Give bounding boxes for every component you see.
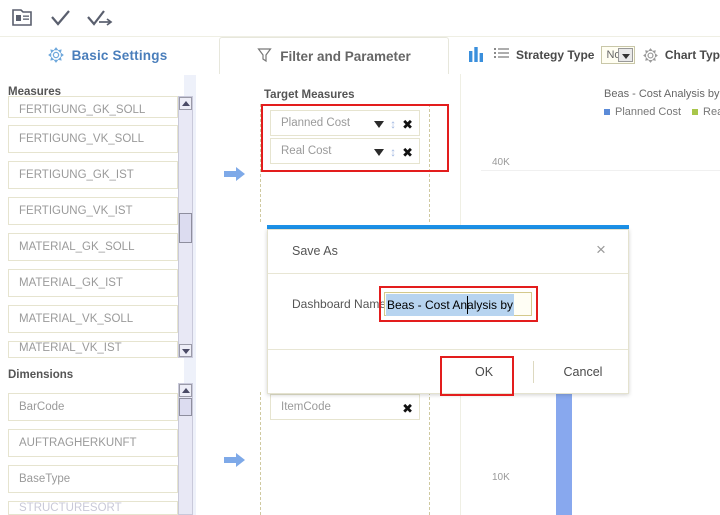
close-icon[interactable]: × <box>590 239 612 261</box>
measures-scrollbar[interactable] <box>178 96 193 358</box>
legend-label-planned-cost: Planned Cost <box>615 106 681 118</box>
chart-title: Beas - Cost Analysis by <box>604 88 720 100</box>
legend-label-real-cost: Real Cost <box>703 106 720 118</box>
dashboard-name-label: Dashboard Name <box>292 297 386 311</box>
dialog-footer: OK Cancel <box>268 349 628 394</box>
tab-filter-and-parameter-label: Filter and Parameter <box>280 49 411 64</box>
chevron-down-icon[interactable] <box>374 121 384 128</box>
scroll-up-button[interactable] <box>179 384 192 397</box>
reorder-icon[interactable]: ↕ <box>390 146 396 158</box>
dimensions-list[interactable]: BarCode AUFTRAGHERKUNFT BaseType STRUCTU… <box>0 380 196 515</box>
list-item[interactable]: MATERIAL_GK_IST <box>8 269 178 297</box>
dialog-title: Save As <box>292 244 338 258</box>
move-right-arrow-icon[interactable] <box>224 167 246 181</box>
tab-filter-and-parameter[interactable]: Filter and Parameter <box>219 37 449 74</box>
y-axis-tick-40k: 40K <box>492 157 510 168</box>
bar-chart-icon[interactable] <box>468 46 486 65</box>
list-item[interactable]: FERTIGUNG_GK_SOLL <box>8 96 178 118</box>
target-measure-label: Real Cost <box>281 145 332 157</box>
check-arrow-icon[interactable] <box>86 7 110 29</box>
list-item[interactable]: FERTIGUNG_GK_IST <box>8 161 178 189</box>
chart-legend: Planned Cost Real Cost <box>604 106 720 118</box>
dialog-body: Dashboard Name Beas - Cost Analysis by <box>268 274 628 349</box>
text-caret <box>467 296 468 314</box>
dashboard-name-input[interactable]: Beas - Cost Analysis by <box>384 292 532 316</box>
scrollbar-thumb[interactable] <box>179 398 192 416</box>
list-item[interactable]: MATERIAL_VK_SOLL <box>8 305 178 333</box>
chart-type-label: Chart Typ <box>665 48 720 62</box>
tab-active-underline <box>0 73 215 75</box>
chart-bar-planned-cost <box>556 393 572 515</box>
top-toolbar <box>0 0 720 36</box>
target-measure-chip[interactable]: Real Cost ↕ ✖ <box>270 138 420 164</box>
strategy-type-label: Strategy Type <box>516 48 594 62</box>
chevron-down-icon[interactable] <box>374 149 384 156</box>
remove-icon[interactable]: ✖ <box>402 118 413 131</box>
legend-swatch-planned-cost <box>604 109 610 115</box>
remove-icon[interactable]: ✖ <box>402 402 413 415</box>
scroll-up-button[interactable] <box>179 97 192 110</box>
dashboard-name-value: Beas - Cost Analysis by <box>386 294 514 316</box>
tab-basic-settings[interactable]: Basic Settings <box>0 37 215 73</box>
list-item[interactable]: BarCode <box>8 393 178 421</box>
target-dimension-label: ItemCode <box>281 401 331 413</box>
y-axis-tick-10k: 10K <box>492 472 510 483</box>
list-item[interactable]: STRUCTURESORT <box>8 501 178 515</box>
scroll-down-button[interactable] <box>179 344 192 357</box>
save-as-dialog: Save As × Dashboard Name Beas - Cost Ana… <box>267 229 629 394</box>
gear-icon <box>48 47 64 63</box>
list-item[interactable]: MATERIAL_VK_IST <box>8 341 178 358</box>
legend-swatch-real-cost <box>692 109 698 115</box>
dimensions-scrollbar[interactable] <box>178 383 193 515</box>
dialog-titlebar: Save As × <box>268 230 628 274</box>
target-measure-label: Planned Cost <box>281 117 350 129</box>
measures-list[interactable]: FERTIGUNG_GK_SOLL FERTIGUNG_VK_SOLL FERT… <box>0 96 196 358</box>
funnel-icon <box>257 47 272 66</box>
footer-separator <box>533 361 534 383</box>
settings-gear-icon[interactable] <box>643 48 658 63</box>
scrollbar-thumb[interactable] <box>179 213 192 243</box>
remove-icon[interactable]: ✖ <box>402 146 413 159</box>
tab-basic-settings-label: Basic Settings <box>72 48 168 63</box>
right-panel-header: Strategy Type None Chart Typ <box>460 37 720 73</box>
target-dimension-chip[interactable]: ItemCode ✖ <box>270 394 420 420</box>
list-item[interactable]: FERTIGUNG_VK_IST <box>8 197 178 225</box>
move-right-arrow-icon[interactable] <box>224 453 246 467</box>
strategy-type-select[interactable]: None <box>601 46 634 64</box>
list-item[interactable]: MATERIAL_GK_SOLL <box>8 233 178 261</box>
chevron-down-icon[interactable] <box>618 48 633 62</box>
target-measure-chip[interactable]: Planned Cost ↕ ✖ <box>270 110 420 136</box>
list-icon[interactable] <box>494 47 509 64</box>
document-list-icon[interactable] <box>10 7 34 29</box>
list-item[interactable]: AUFTRAGHERKUNFT <box>8 429 178 457</box>
check-icon[interactable] <box>48 7 72 29</box>
ok-button[interactable]: OK <box>449 359 519 385</box>
reorder-icon[interactable]: ↕ <box>390 118 396 130</box>
list-item[interactable]: BaseType <box>8 465 178 493</box>
target-measures-title: Target Measures <box>264 89 355 101</box>
list-item[interactable]: FERTIGUNG_VK_SOLL <box>8 125 178 153</box>
cancel-button[interactable]: Cancel <box>548 359 618 385</box>
